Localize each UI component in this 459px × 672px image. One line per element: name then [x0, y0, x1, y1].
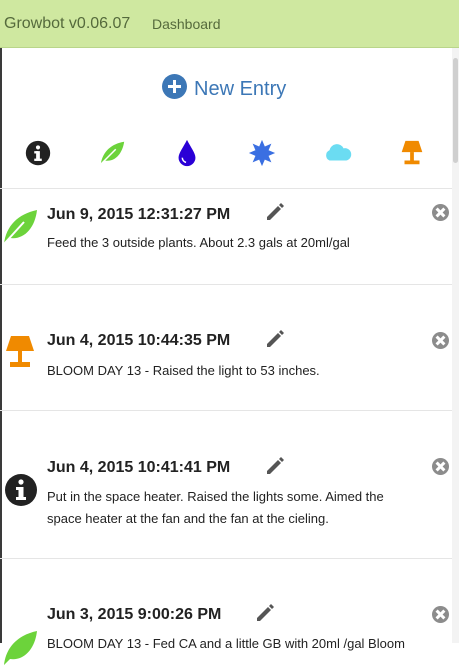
leaf-icon: [3, 210, 37, 245]
entry-type-leaf-icon: [2, 206, 38, 246]
pencil-icon: [257, 604, 274, 621]
lamp-icon: [6, 336, 34, 367]
entry-type-info-icon: [2, 470, 38, 510]
entry-timestamp: Jun 9, 2015 12:31:27 PM: [47, 206, 231, 223]
leaf-icon: [100, 141, 125, 165]
entry-timestamp: Jun 4, 2015 10:41:41 PM: [47, 459, 231, 476]
pencil-icon: [267, 330, 284, 347]
filter-air-button[interactable]: [321, 138, 353, 168]
leaf-icon: [4, 631, 37, 665]
divider: [0, 558, 452, 559]
pencil-icon: [267, 457, 284, 474]
edit-entry-button[interactable]: [265, 329, 285, 349]
delete-entry-button[interactable]: [432, 332, 449, 349]
entry-text: BLOOM DAY 13 - Raised the light to 53 in…: [47, 363, 320, 378]
plus-circle-icon: [162, 74, 187, 99]
lamp-icon: [401, 140, 423, 165]
info-circle-icon: [25, 140, 51, 166]
filter-water-button[interactable]: [171, 138, 203, 168]
divider: [0, 410, 452, 411]
filter-nutrient-button[interactable]: [246, 138, 278, 168]
filter-light-button[interactable]: [396, 138, 428, 168]
entry-text: BLOOM DAY 13 - Fed CA and a little GB wi…: [47, 636, 405, 651]
star-burst-icon: [248, 139, 276, 167]
navbar: Growbot v0.06.07 Dashboard: [0, 0, 459, 48]
scrollbar-thumb[interactable]: [453, 58, 458, 163]
entry-timestamp: Jun 4, 2015 10:44:35 PM: [47, 332, 231, 349]
edit-entry-button[interactable]: [265, 202, 285, 222]
filter-info-button[interactable]: [22, 138, 54, 168]
app-brand[interactable]: Growbot v0.06.07: [4, 15, 130, 33]
pencil-icon: [267, 203, 284, 220]
delete-entry-button[interactable]: [432, 458, 449, 475]
divider: [0, 284, 452, 285]
entry-text: Feed the 3 outside plants. About 2.3 gal…: [47, 235, 350, 250]
nav-dashboard-link[interactable]: Dashboard: [152, 16, 221, 32]
new-entry-label: New Entry: [194, 78, 287, 100]
entry-timestamp: Jun 3, 2015 9:00:26 PM: [47, 606, 222, 623]
edit-entry-button[interactable]: [255, 603, 275, 623]
entry-type-leaf-icon: [2, 627, 38, 667]
edit-entry-button[interactable]: [265, 456, 285, 476]
info-circle-icon: [5, 474, 37, 506]
delete-entry-button[interactable]: [432, 204, 449, 221]
entry-text: Put in the space heater. Raised the ligh…: [47, 489, 384, 526]
water-drop-icon: [178, 139, 196, 167]
cloud-icon: [326, 144, 352, 161]
delete-entry-button[interactable]: [432, 606, 449, 623]
new-entry-button[interactable]: New Entry: [162, 72, 286, 101]
filter-feed-button[interactable]: [96, 138, 128, 168]
entry-type-lamp-icon: [2, 333, 38, 373]
divider: [0, 188, 452, 189]
